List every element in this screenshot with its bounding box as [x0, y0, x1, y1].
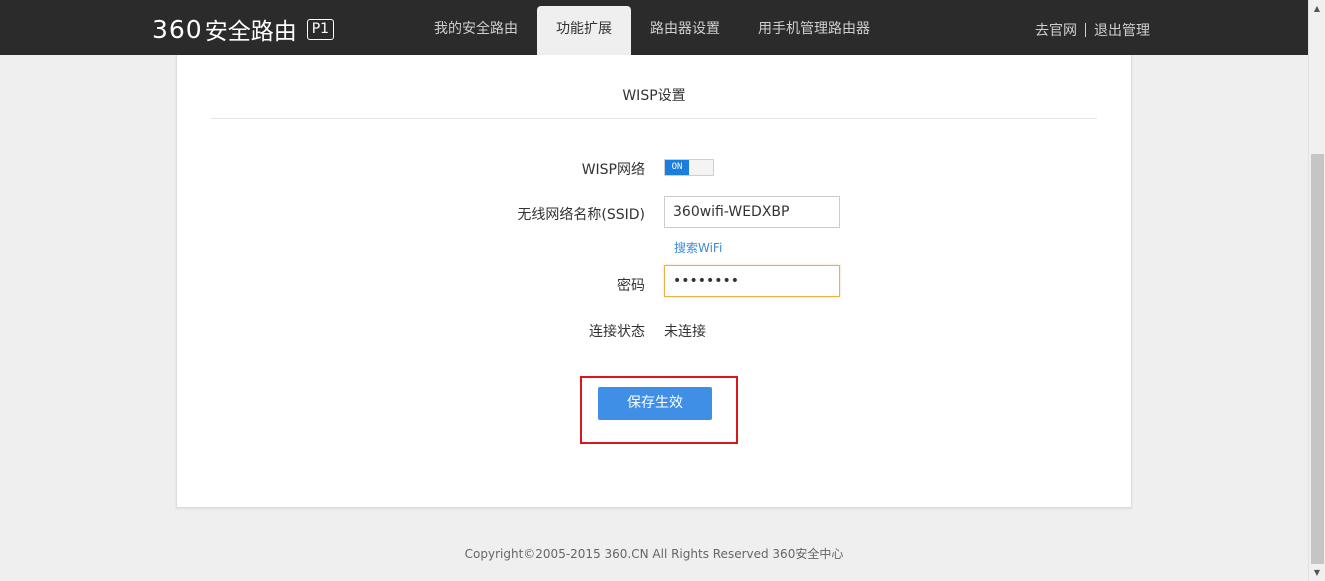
- tab-mobile-manage[interactable]: 用手机管理路由器: [739, 0, 889, 55]
- copyright-footer: Copyright©2005-2015 360.CN All Rights Re…: [464, 547, 844, 561]
- logo-text: 安全路由: [204, 19, 297, 45]
- logout-link[interactable]: 退出管理: [1094, 20, 1150, 40]
- page-title: WISP设置: [211, 85, 1097, 119]
- scroll-thumb[interactable]: [1311, 154, 1324, 564]
- ssid-label: 无线网络名称(SSID): [517, 207, 645, 223]
- connection-status-label: 连接状态: [589, 324, 645, 340]
- model-badge: P1: [306, 18, 335, 40]
- vertical-scrollbar[interactable]: ▲ ▼: [1308, 0, 1325, 581]
- password-input[interactable]: ••••••••: [664, 265, 840, 297]
- top-navigation-bar: 360 安全路由 P1 我的安全路由 功能扩展 路由器设置 用手机管理路由器 去…: [0, 0, 1308, 55]
- wisp-settings-panel: WISP设置 WISP网络 ON 无线网络名称(SSID) 360wifi-WE…: [176, 55, 1132, 508]
- tab-my-router[interactable]: 我的安全路由: [415, 0, 537, 55]
- scroll-up-arrow-icon[interactable]: ▲: [1309, 0, 1325, 17]
- toggle-on-indicator: ON: [665, 160, 689, 175]
- logo-number: 360: [152, 14, 203, 44]
- wisp-toggle[interactable]: ON: [664, 159, 714, 176]
- top-links: 去官网 退出管理: [1035, 0, 1150, 55]
- wisp-network-label: WISP网络: [581, 162, 645, 178]
- search-wifi-link[interactable]: 搜索WiFi: [674, 239, 722, 256]
- password-label: 密码: [617, 278, 645, 294]
- link-divider: [1085, 23, 1086, 37]
- logo[interactable]: 360 安全路由 P1: [152, 14, 335, 45]
- tab-extensions[interactable]: 功能扩展: [537, 6, 631, 55]
- tab-router-settings[interactable]: 路由器设置: [631, 0, 739, 55]
- main-nav: 我的安全路由 功能扩展 路由器设置 用手机管理路由器: [415, 0, 889, 55]
- official-site-link[interactable]: 去官网: [1035, 20, 1077, 40]
- ssid-input[interactable]: 360wifi-WEDXBP: [664, 196, 840, 228]
- connection-status-value: 未连接: [664, 324, 706, 340]
- save-button[interactable]: 保存生效: [598, 387, 712, 420]
- scroll-down-arrow-icon[interactable]: ▼: [1309, 564, 1325, 581]
